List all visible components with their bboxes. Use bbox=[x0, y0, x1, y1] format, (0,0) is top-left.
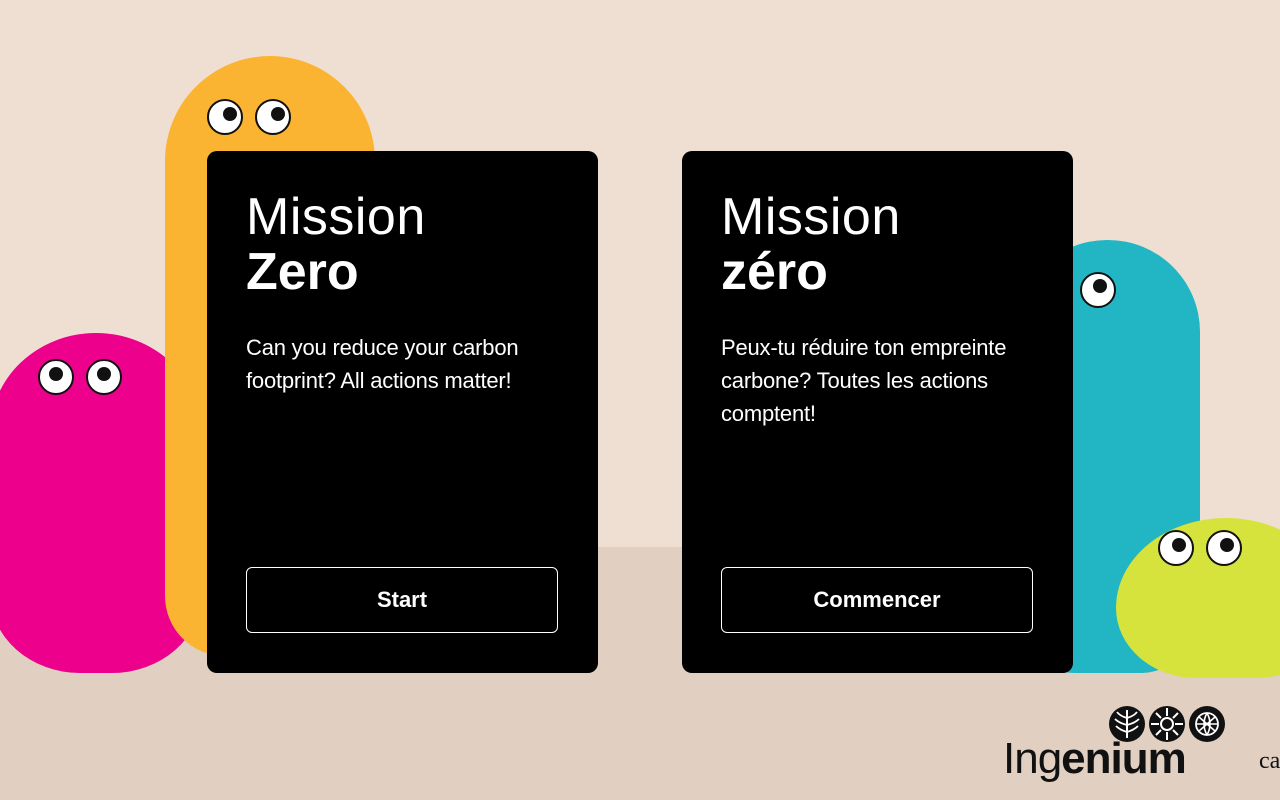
french-card: Mission zéro Peux-tu réduire ton emprein… bbox=[682, 151, 1073, 673]
start-button[interactable]: Start bbox=[246, 567, 558, 633]
english-card: Mission Zero Can you reduce your carbon … bbox=[207, 151, 598, 673]
ingenium-logo: Ingenium bbox=[1003, 704, 1233, 790]
card-title-line1: Mission bbox=[721, 188, 901, 246]
card-title-line2: zéro bbox=[721, 243, 828, 301]
card-description: Can you reduce your carbon footprint? Al… bbox=[246, 335, 519, 393]
eye-icon bbox=[1080, 272, 1116, 308]
eye-icon bbox=[1206, 530, 1242, 566]
eye-icon bbox=[86, 359, 122, 395]
logo-name-light: Ing bbox=[1003, 734, 1062, 783]
globe-icon bbox=[1189, 706, 1225, 742]
logo-wordmark: Ingenium bbox=[1003, 734, 1187, 784]
logo-name-bold: enium bbox=[1061, 734, 1187, 783]
commencer-button[interactable]: Commencer bbox=[721, 567, 1033, 633]
eye-icon bbox=[38, 359, 74, 395]
eye-icon bbox=[255, 99, 291, 135]
card-description: Peux-tu réduire ton empreinte carbone? T… bbox=[721, 335, 1007, 426]
card-title-line1: Mission bbox=[246, 188, 426, 246]
cut-off-text: ca bbox=[1259, 748, 1280, 774]
card-title-line2: Zero bbox=[246, 243, 359, 301]
eye-icon bbox=[1158, 530, 1194, 566]
eye-icon bbox=[207, 99, 243, 135]
